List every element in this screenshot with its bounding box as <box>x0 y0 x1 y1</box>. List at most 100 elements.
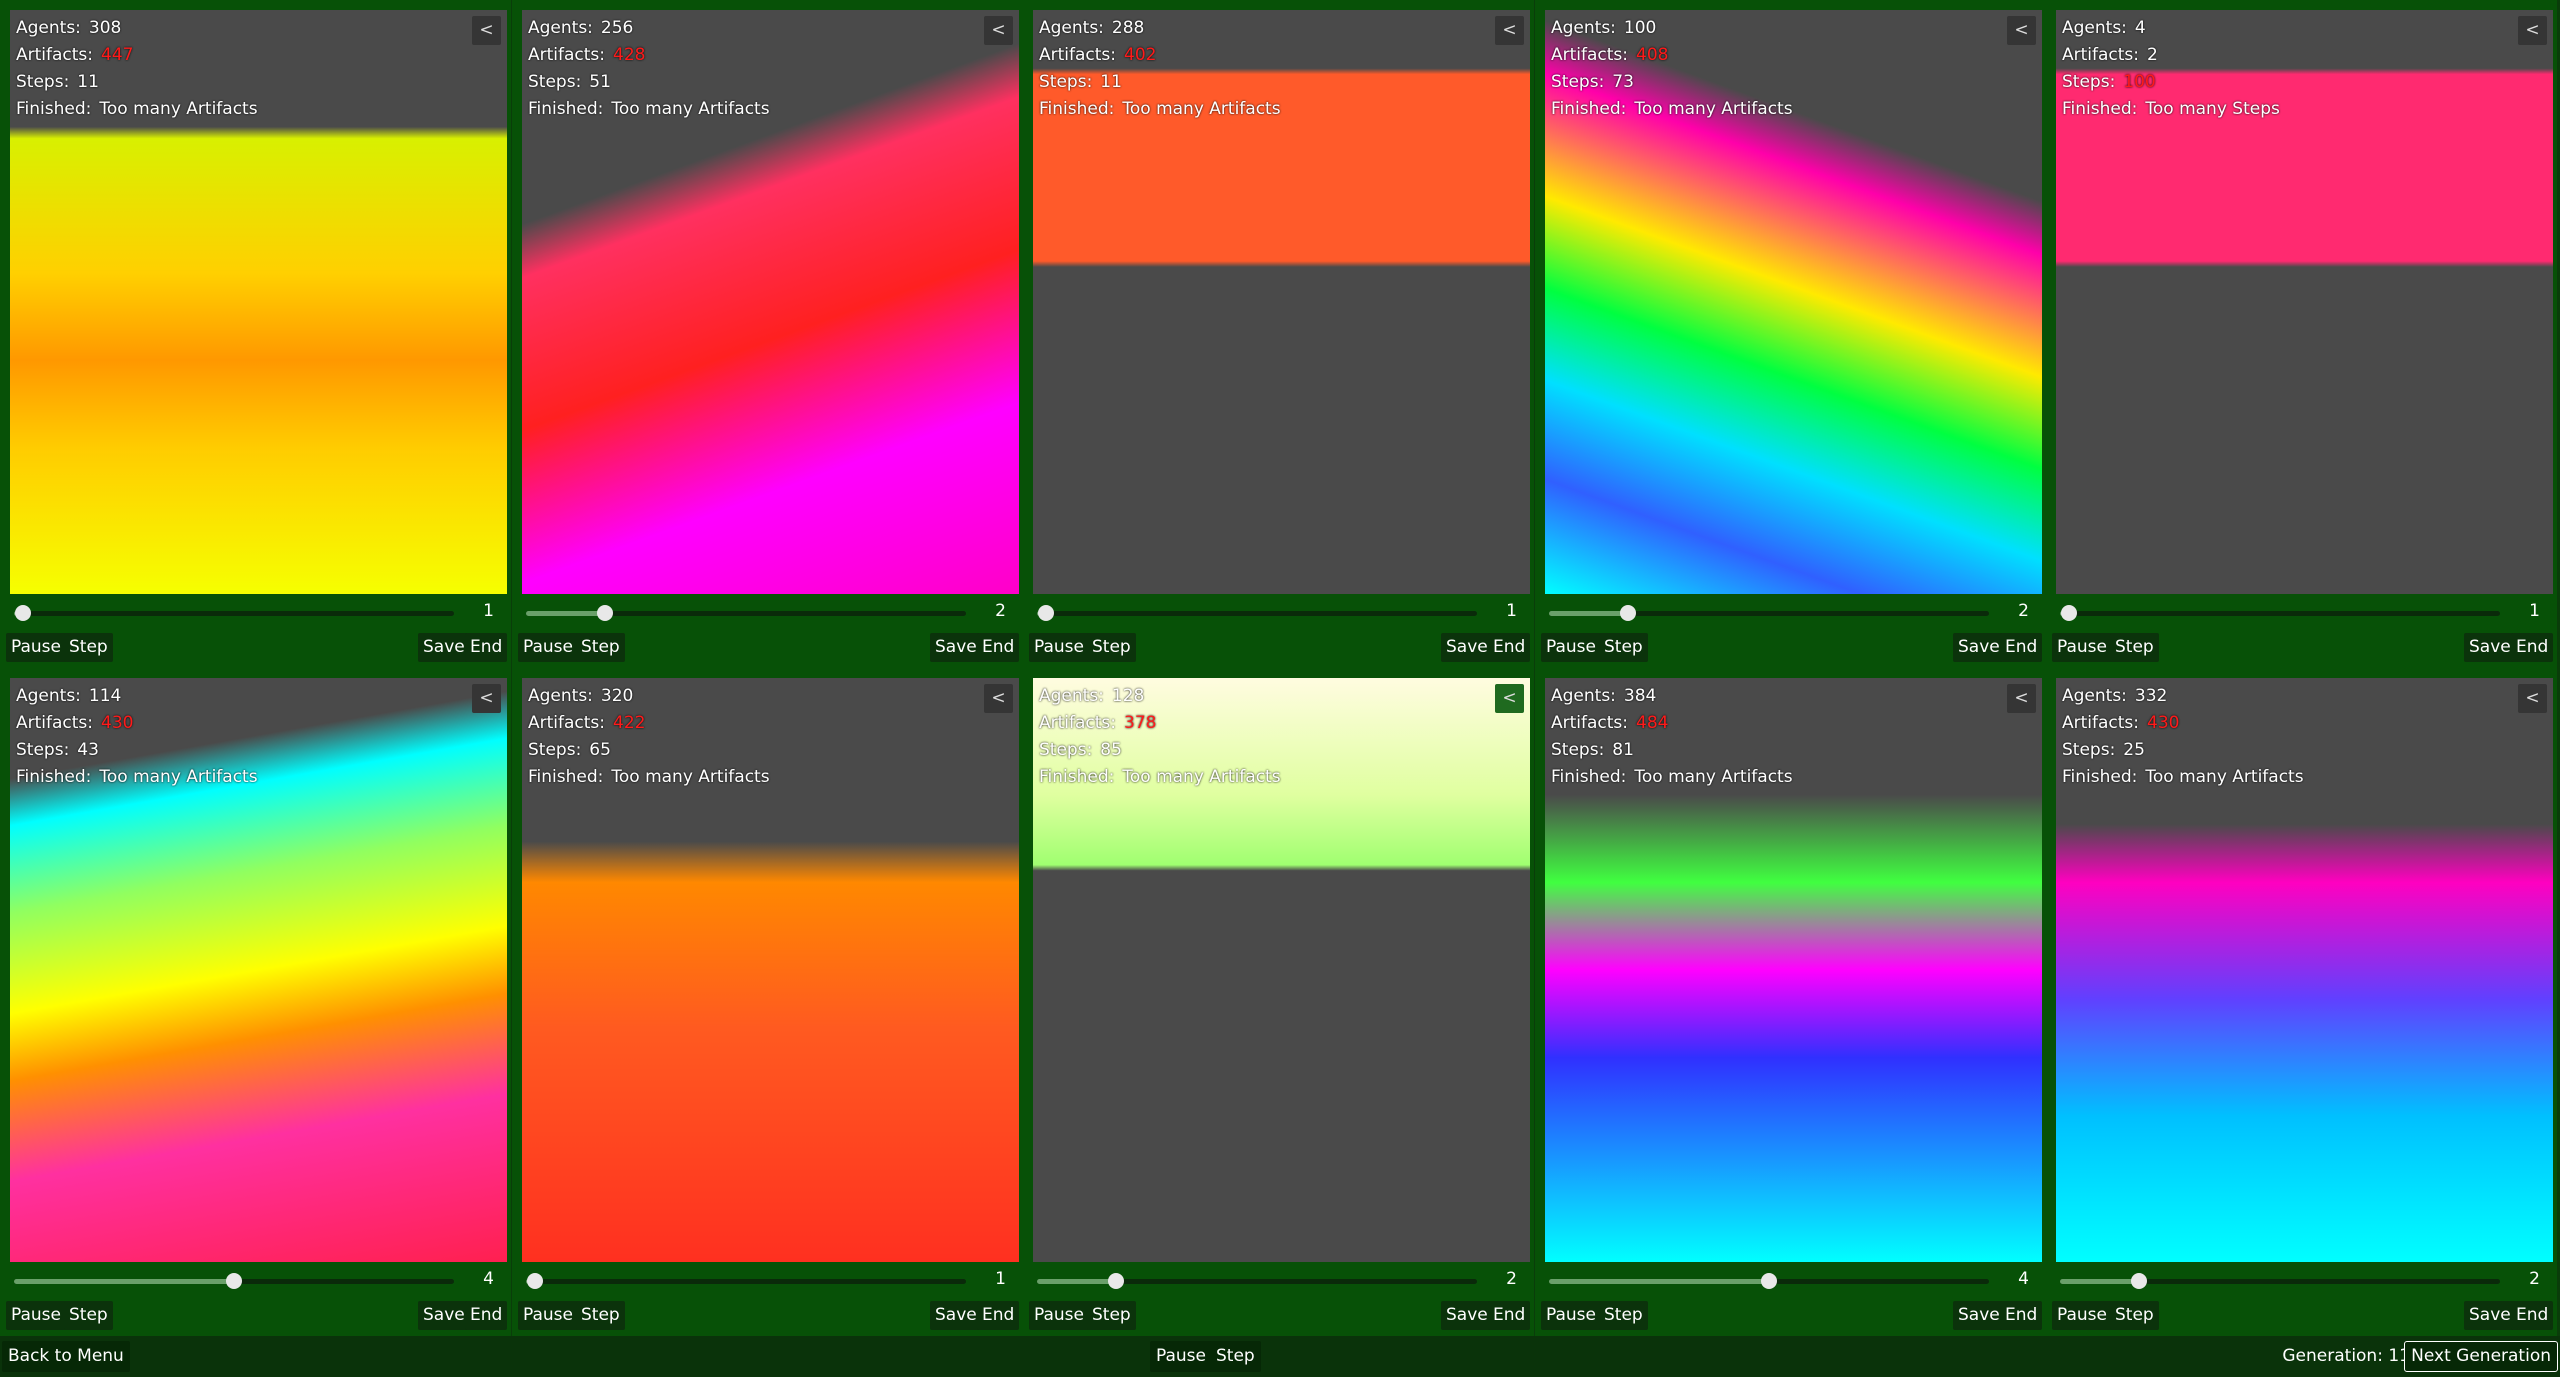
step-slider[interactable] <box>1037 1273 1477 1289</box>
next-generation-button[interactable]: Next Generation <box>2404 1341 2558 1372</box>
slider-handle[interactable] <box>526 1273 543 1289</box>
collapse-button[interactable]: < <box>984 684 1013 713</box>
end-button[interactable]: End <box>2511 633 2554 662</box>
end-button[interactable]: End <box>465 1301 508 1330</box>
simulation-viewport[interactable]: Agents: 4 Artifacts: 2 Steps: 100 Finished:… <box>2056 10 2553 594</box>
agents-row: Agents: 288 <box>1039 15 1281 42</box>
end-button[interactable]: End <box>465 633 508 662</box>
end-button[interactable]: End <box>2000 633 2043 662</box>
slider-handle[interactable] <box>1037 605 1054 621</box>
slider-handle[interactable] <box>226 1273 242 1289</box>
collapse-button[interactable]: < <box>1495 16 1524 45</box>
end-button[interactable]: End <box>977 633 1020 662</box>
collapse-button[interactable]: < <box>1495 684 1524 713</box>
slider-handle[interactable] <box>2131 1273 2148 1289</box>
step-slider[interactable] <box>526 605 966 621</box>
end-button[interactable]: End <box>1488 633 1531 662</box>
pause-button[interactable]: Pause <box>6 633 66 662</box>
step-slider[interactable] <box>1037 605 1477 621</box>
pause-button[interactable]: Pause <box>6 1301 66 1330</box>
step-button[interactable]: Step <box>2110 633 2159 662</box>
step-slider[interactable] <box>2060 1273 2500 1289</box>
pause-button[interactable]: Pause <box>1541 633 1601 662</box>
step-button[interactable]: Step <box>1599 633 1648 662</box>
steps-label: Steps: <box>1039 72 1093 92</box>
save-button[interactable]: Save <box>1441 633 1493 662</box>
step-slider[interactable] <box>1549 1273 1989 1289</box>
step-button[interactable]: Step <box>1087 1301 1136 1330</box>
slider-handle[interactable] <box>1108 1273 1125 1289</box>
simulation-viewport[interactable]: Agents: 128 Artifacts: 378 Steps: 85 Finish… <box>1033 678 1530 1262</box>
pause-button[interactable]: Pause <box>1029 1301 1089 1330</box>
simulation-viewport[interactable]: Agents: 320 Artifacts: 422 Steps: 65 Finish… <box>522 678 1019 1262</box>
simulation-viewport[interactable]: Agents: 114 Artifacts: 430 Steps: 43 Finish… <box>10 678 507 1262</box>
step-button[interactable]: Step <box>1087 633 1136 662</box>
global-step-button[interactable]: Step <box>1210 1341 1261 1372</box>
end-button[interactable]: End <box>977 1301 1020 1330</box>
step-slider[interactable] <box>14 605 454 621</box>
collapse-button[interactable]: < <box>2518 684 2547 713</box>
step-button[interactable]: Step <box>64 1301 113 1330</box>
steps-row: Steps: 85 <box>1039 737 1281 764</box>
collapse-button[interactable]: < <box>2518 16 2547 45</box>
simulation-viewport[interactable]: Agents: 308 Artifacts: 447 Steps: 11 Finish… <box>10 10 507 594</box>
artifacts-row: Artifacts: 447 <box>16 42 258 69</box>
collapse-button[interactable]: < <box>2007 16 2036 45</box>
save-button[interactable]: Save <box>1953 1301 2005 1330</box>
pause-button[interactable]: Pause <box>2052 633 2112 662</box>
slider-fill <box>2060 1279 2140 1284</box>
collapse-button[interactable]: < <box>2007 684 2036 713</box>
step-button[interactable]: Step <box>64 633 113 662</box>
finished-row: Finished: Too many Artifacts <box>1039 96 1281 123</box>
simulation-viewport[interactable]: Agents: 332 Artifacts: 430 Steps: 25 Finish… <box>2056 678 2553 1262</box>
collapse-button[interactable]: < <box>984 16 1013 45</box>
steps-value: 11 <box>1100 72 1122 92</box>
pause-button[interactable]: Pause <box>1029 633 1089 662</box>
step-slider[interactable] <box>2060 605 2500 621</box>
step-button[interactable]: Step <box>576 633 625 662</box>
pause-button[interactable]: Pause <box>1541 1301 1601 1330</box>
slider-handle[interactable] <box>597 605 614 621</box>
step-button[interactable]: Step <box>2110 1301 2159 1330</box>
pause-button[interactable]: Pause <box>518 1301 578 1330</box>
back-to-menu-button[interactable]: Back to Menu <box>2 1341 130 1372</box>
step-slider[interactable] <box>14 1273 454 1289</box>
slider-handle[interactable] <box>1620 605 1637 621</box>
slider-handle[interactable] <box>2060 605 2077 621</box>
save-button[interactable]: Save <box>930 1301 982 1330</box>
finished-row: Finished: Too many Artifacts <box>528 96 770 123</box>
pause-button[interactable]: Pause <box>518 633 578 662</box>
save-button[interactable]: Save <box>930 633 982 662</box>
step-slider[interactable] <box>1549 605 1989 621</box>
save-button[interactable]: Save <box>418 1301 470 1330</box>
simulation-viewport[interactable]: Agents: 100 Artifacts: 408 Steps: 73 Finish… <box>1545 10 2042 594</box>
simulation-viewport[interactable]: Agents: 384 Artifacts: 484 Steps: 81 Finish… <box>1545 678 2042 1262</box>
simulation-panel: Agents: 114 Artifacts: 430 Steps: 43 Finish… <box>0 668 511 1336</box>
step-slider[interactable] <box>526 1273 966 1289</box>
stats-overlay: Agents: 114 Artifacts: 430 Steps: 43 Finish… <box>16 683 258 791</box>
artifacts-label: Artifacts: <box>2062 713 2140 733</box>
save-button[interactable]: Save <box>1953 633 2005 662</box>
save-button[interactable]: Save <box>1441 1301 1493 1330</box>
slider-handle[interactable] <box>14 605 31 621</box>
global-pause-button[interactable]: Pause <box>1150 1341 1212 1372</box>
steps-label: Steps: <box>1551 740 1605 760</box>
simulation-viewport[interactable]: Agents: 288 Artifacts: 402 Steps: 11 Finish… <box>1033 10 1530 594</box>
end-button[interactable]: End <box>1488 1301 1531 1330</box>
simulation-viewport[interactable]: Agents: 256 Artifacts: 428 Steps: 51 Finish… <box>522 10 1019 594</box>
finished-row: Finished: Too many Artifacts <box>1039 764 1281 791</box>
save-button[interactable]: Save <box>2464 1301 2516 1330</box>
steps-value: 73 <box>1612 72 1634 92</box>
end-button[interactable]: End <box>2511 1301 2554 1330</box>
step-button[interactable]: Step <box>576 1301 625 1330</box>
slider-value: 2 <box>995 601 1006 621</box>
save-button[interactable]: Save <box>418 633 470 662</box>
slider-value: 1 <box>1506 601 1517 621</box>
step-button[interactable]: Step <box>1599 1301 1648 1330</box>
slider-handle[interactable] <box>1761 1273 1777 1289</box>
pause-button[interactable]: Pause <box>2052 1301 2112 1330</box>
collapse-button[interactable]: < <box>472 16 501 45</box>
collapse-button[interactable]: < <box>472 684 501 713</box>
save-button[interactable]: Save <box>2464 633 2516 662</box>
end-button[interactable]: End <box>2000 1301 2043 1330</box>
